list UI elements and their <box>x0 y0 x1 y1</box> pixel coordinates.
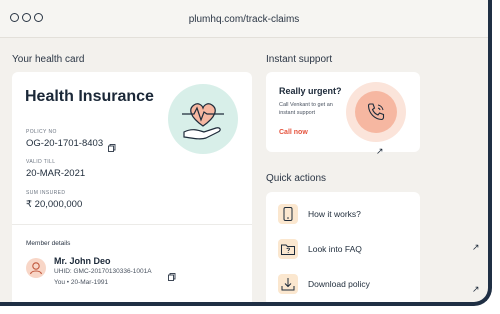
call-now-link[interactable]: Call now <box>279 129 308 136</box>
sum-insured-value: ₹ 20,000,000 <box>26 199 83 210</box>
sum-insured-label: SUM INSURED <box>26 190 66 196</box>
browser-window: plumhq.com/track-claims Your health card… <box>0 0 492 306</box>
address-bar-url[interactable]: plumhq.com/track-claims <box>0 14 488 25</box>
copy-icon[interactable] <box>108 139 116 152</box>
phone-call-icon <box>355 91 397 133</box>
policy-no-value: OG-20-1701-8403 <box>26 138 104 149</box>
download-icon <box>278 274 298 294</box>
phone-call-illustration <box>346 82 406 142</box>
member-name: Mr. John Deo <box>54 256 111 266</box>
heart-hand-illustration-icon <box>168 84 238 154</box>
member-relation-dob: You • 20-Mar-1991 <box>54 279 109 286</box>
avatar <box>26 258 46 278</box>
quick-action-download-policy[interactable]: Download policy <box>278 274 418 298</box>
card-divider <box>12 224 252 225</box>
quick-action-label: Look into FAQ <box>308 244 362 254</box>
quick-action-label: How it works? <box>308 209 361 219</box>
external-arrow-icon[interactable]: ↗ <box>472 242 480 253</box>
policy-no-label: POLICY NO <box>26 129 57 135</box>
quick-action-faq[interactable]: Look into FAQ <box>278 239 418 263</box>
health-card-section-title: Your health card <box>12 54 85 65</box>
quick-action-how-it-works[interactable]: How it works? <box>278 204 418 228</box>
faq-folder-icon <box>278 239 298 259</box>
instant-support-title: Really urgent? <box>279 86 342 96</box>
instant-support-section-title: Instant support <box>266 54 333 65</box>
valid-till-value: 20-MAR-2021 <box>26 168 86 179</box>
health-card[interactable]: Health Insurance POLICY NO OG-20-1701-84… <box>12 72 252 302</box>
copy-icon[interactable] <box>168 268 176 281</box>
quick-action-label: Download policy <box>308 279 370 289</box>
health-card-title: Health Insurance <box>25 88 154 105</box>
quick-actions-section-title: Quick actions <box>266 173 327 184</box>
quick-actions-card: How it works? Look into FAQ Download pol… <box>266 192 420 302</box>
instant-support-card[interactable]: Really urgent? Call Venkant to get an in… <box>266 72 420 152</box>
browser-titlebar: plumhq.com/track-claims <box>0 0 488 38</box>
phone-help-icon <box>278 204 298 224</box>
member-details-label: Member details <box>26 240 71 247</box>
external-arrow-icon[interactable]: ↗ <box>376 146 384 157</box>
external-arrow-icon[interactable]: ↗ <box>472 284 480 295</box>
valid-till-label: VALID TILL <box>26 159 56 165</box>
member-uhid: UHID: GMC-20170130336-1001A <box>54 268 152 275</box>
instant-support-subtitle: Call Venkant to get an instant support <box>279 102 333 116</box>
